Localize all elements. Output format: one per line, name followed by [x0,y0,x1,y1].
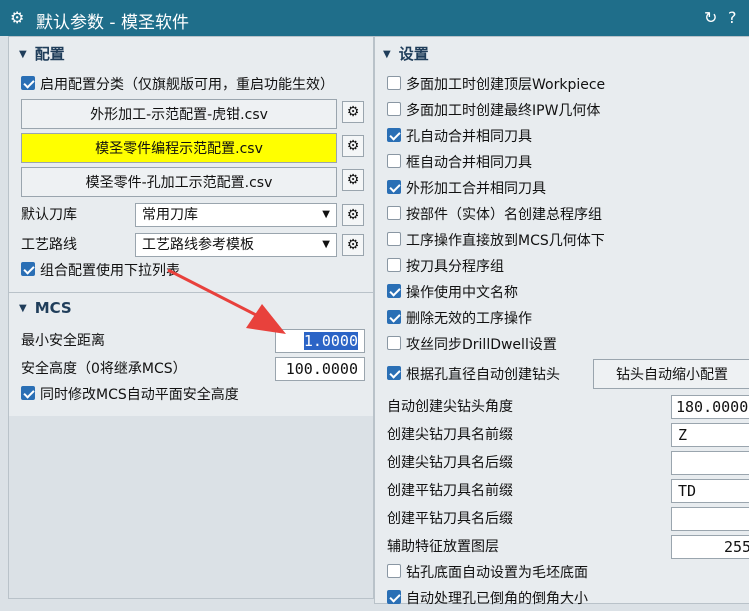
setting-checkbox[interactable]: 框自动合并相同刀具 [387,151,532,175]
checkbox-icon [387,180,401,194]
field-input[interactable]: Z [671,423,749,447]
checkbox-icon [387,366,401,380]
field-input[interactable] [671,451,749,475]
setting-checkbox[interactable]: 多面加工时创建最终IPW几何体 [387,99,600,123]
checkbox-icon [387,310,401,324]
field-input[interactable] [671,507,749,531]
field-label: 创建尖钻刀具名前缀 [387,427,513,443]
checkbox-icon [387,154,401,168]
checkbox-icon [387,102,401,116]
field-input[interactable]: TD [671,479,749,503]
checkbox-icon [387,336,401,350]
setting-checkbox[interactable]: 外形加工合并相同刀具 [387,177,546,201]
checkbox-icon [387,128,401,142]
field-label: 创建平钻刀具名前缀 [387,483,513,499]
setting-checkbox[interactable]: 孔自动合并相同刀具 [387,125,532,149]
field-label: 辅助特征放置图层 [387,539,499,555]
partial-checkbox[interactable]: 自动处理孔已倒角的倒角大小 [387,587,588,611]
setting-checkbox[interactable]: 按刀具分程序组 [387,255,504,279]
drill-config-button[interactable]: 钻头自动缩小配置 [593,359,749,389]
collapse-icon: ▼ [383,49,391,60]
field-label: 创建尖钻刀具名后缀 [387,455,513,471]
setting-checkbox[interactable]: 按部件（实体）名创建总程序组 [387,203,602,227]
checkbox-icon [387,564,401,578]
field-label: 创建平钻刀具名后缀 [387,511,513,527]
checkbox-icon [387,284,401,298]
setting-checkbox[interactable]: 攻丝同步DrillDwell设置 [387,333,557,357]
setting-checkbox[interactable]: 删除无效的工序操作 [387,307,532,331]
setting-checkbox[interactable]: 工序操作直接放到MCS几何体下 [387,229,605,253]
settings-panel: ▼ 设置 多面加工时创建顶层Workpiece 多面加工时创建最终IPW几何体 孔… [374,36,749,607]
checkbox-icon [387,258,401,272]
field-input[interactable]: 255 [671,535,749,559]
checkbox-icon [387,232,401,246]
setting-checkbox[interactable]: 多面加工时创建顶层Workpiece [387,73,605,97]
field-input[interactable]: 180.0000 [671,395,749,419]
setting-checkbox[interactable]: 根据孔直径自动创建钻头 [387,363,560,387]
checkbox-icon [387,206,401,220]
checkbox-icon [387,590,401,604]
checkbox-icon [387,76,401,90]
bottom-checkbox[interactable]: 钻孔底面自动设置为毛坯底面 [387,561,588,585]
field-label: 自动创建尖钻头角度 [387,399,513,415]
settings-header[interactable]: ▼ 设置 [383,43,429,64]
setting-checkbox[interactable]: 操作使用中文名称 [387,281,518,305]
